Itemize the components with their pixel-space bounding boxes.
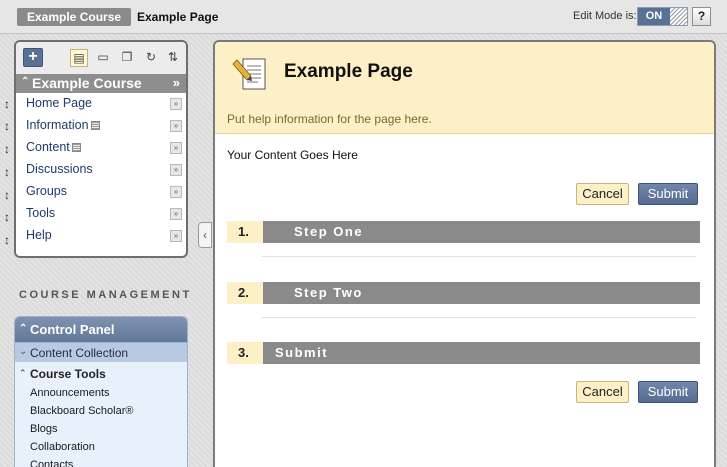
course-menu-item-discussions[interactable]: Discussions »: [16, 159, 186, 181]
cancel-button-top[interactable]: Cancel: [576, 183, 629, 205]
content-area-icon: [71, 143, 81, 152]
course-menu-item-content[interactable]: Content »: [16, 137, 186, 159]
course-tool-link[interactable]: Contacts: [15, 456, 187, 467]
help-button[interactable]: ?: [692, 7, 711, 26]
context-menu-icon[interactable]: »: [170, 230, 182, 242]
edit-mode-toggle[interactable]: ON: [637, 7, 688, 26]
new-window-icon[interactable]: ❐: [118, 49, 136, 67]
breadcrumb-page: Example Page: [137, 10, 219, 24]
content-collection-label: Content Collection: [30, 346, 129, 360]
collapse-chevron-icon: ⌃: [19, 368, 27, 378]
course-menu-item-label[interactable]: Discussions: [26, 162, 93, 176]
course-menu-item-label[interactable]: Tools: [26, 206, 55, 220]
control-panel-title: Control Panel: [30, 322, 115, 337]
step-three-header: 3. Submit: [227, 342, 700, 364]
course-menu-item-label[interactable]: Groups: [26, 184, 67, 198]
collapse-chevron-icon: ⌃: [19, 323, 28, 334]
cancel-button-bottom[interactable]: Cancel: [576, 381, 629, 403]
course-menu-item-label[interactable]: Content: [26, 140, 70, 154]
page-title: Example Page: [284, 61, 413, 82]
page-header: Example Page Put help information for th…: [215, 42, 714, 134]
context-menu-icon[interactable]: »: [170, 164, 182, 176]
expand-chevron-icon: ⌄: [19, 346, 28, 357]
refresh-icon[interactable]: ↻: [142, 49, 160, 67]
drag-handle-icon[interactable]: ↕: [3, 209, 11, 225]
expand-arrows-icon[interactable]: »: [173, 75, 180, 90]
course-tools-label: Course Tools: [30, 367, 106, 381]
drag-handle-icon[interactable]: ↕: [3, 164, 11, 180]
divider: [262, 317, 696, 318]
content-collection-row[interactable]: ⌄ Content Collection: [15, 342, 187, 362]
divider: [262, 256, 696, 257]
course-menu: + ▤ ▭ ❐ ↻ ⇅ ⌃ Example Course » Home Page…: [14, 40, 188, 258]
course-menu-item-home-page[interactable]: Home Page »: [16, 93, 186, 115]
course-tool-link[interactable]: Announcements: [15, 384, 187, 402]
course-menu-toolbar: + ▤ ▭ ❐ ↻ ⇅: [16, 42, 186, 74]
breadcrumb-course[interactable]: Example Course: [17, 8, 132, 26]
course-tool-link[interactable]: Blackboard Scholar®: [15, 402, 187, 420]
course-menu-title-bar[interactable]: ⌃ Example Course »: [16, 74, 186, 93]
step-title: Submit: [263, 342, 700, 364]
course-menu-item-label[interactable]: Home Page: [26, 96, 92, 110]
context-menu-icon[interactable]: »: [170, 142, 182, 154]
collapse-chevron-icon: ⌃: [21, 76, 30, 87]
edit-mode-label: Edit Mode is:: [573, 10, 637, 22]
drag-handle-icon[interactable]: ↕: [3, 96, 11, 112]
course-menu-item-tools[interactable]: Tools »: [16, 203, 186, 225]
top-bar: Example Course Example Page Edit Mode is…: [0, 0, 727, 34]
control-panel-title-bar[interactable]: ⌃ Control Panel: [15, 317, 187, 342]
course-tool-link[interactable]: Blogs: [15, 420, 187, 438]
step-title: Step Two: [263, 282, 700, 304]
course-menu-title: Example Course: [32, 75, 142, 91]
context-menu-icon[interactable]: »: [170, 120, 182, 132]
toggle-handle: [670, 8, 687, 25]
step-two-header: 2. Step Two: [227, 282, 700, 304]
content-text: Your Content Goes Here: [227, 148, 358, 162]
folder-view-icon[interactable]: ▭: [94, 49, 112, 67]
course-menu-item-label[interactable]: Information: [26, 118, 89, 132]
edit-mode-state: ON: [638, 8, 670, 25]
context-menu-icon[interactable]: »: [170, 186, 182, 198]
course-menu-item-help[interactable]: Help »: [16, 225, 186, 247]
step-title: Step One: [263, 221, 700, 243]
collapse-menu-chevron-icon[interactable]: ‹: [198, 222, 212, 248]
course-menu-item-label[interactable]: Help: [26, 228, 52, 242]
page-help-text: Put help information for the page here.: [227, 112, 432, 126]
context-menu-icon[interactable]: »: [170, 208, 182, 220]
add-menu-item-button[interactable]: +: [23, 48, 43, 67]
step-number: 1.: [227, 221, 263, 243]
step-one-header: 1. Step One: [227, 221, 700, 243]
course-tool-link[interactable]: Collaboration: [15, 438, 187, 456]
page-document-icon: [232, 58, 266, 90]
content-area-icon: [90, 121, 100, 130]
drag-handle-icon[interactable]: ↕: [3, 187, 11, 203]
list-view-icon[interactable]: ▤: [70, 49, 88, 67]
course-menu-item-information[interactable]: Information »: [16, 115, 186, 137]
main-content-panel: Example Page Put help information for th…: [213, 40, 716, 467]
drag-handle-icon[interactable]: ↕: [3, 141, 11, 157]
drag-handle-icon[interactable]: ↕: [3, 232, 11, 248]
step-number: 2.: [227, 282, 263, 304]
context-menu-icon[interactable]: »: [170, 98, 182, 110]
course-menu-item-groups[interactable]: Groups »: [16, 181, 186, 203]
control-panel: ⌃ Control Panel ⌄ Content Collection ⌃ C…: [14, 316, 188, 467]
drag-handle-icon[interactable]: ↕: [3, 118, 11, 134]
submit-button-top[interactable]: Submit: [638, 183, 698, 205]
course-management-heading: COURSE MANAGEMENT: [19, 289, 192, 301]
reorder-icon[interactable]: ⇅: [164, 49, 182, 67]
step-number: 3.: [227, 342, 263, 364]
submit-button-bottom[interactable]: Submit: [638, 381, 698, 403]
course-tools-header[interactable]: ⌃ Course Tools: [15, 362, 187, 384]
